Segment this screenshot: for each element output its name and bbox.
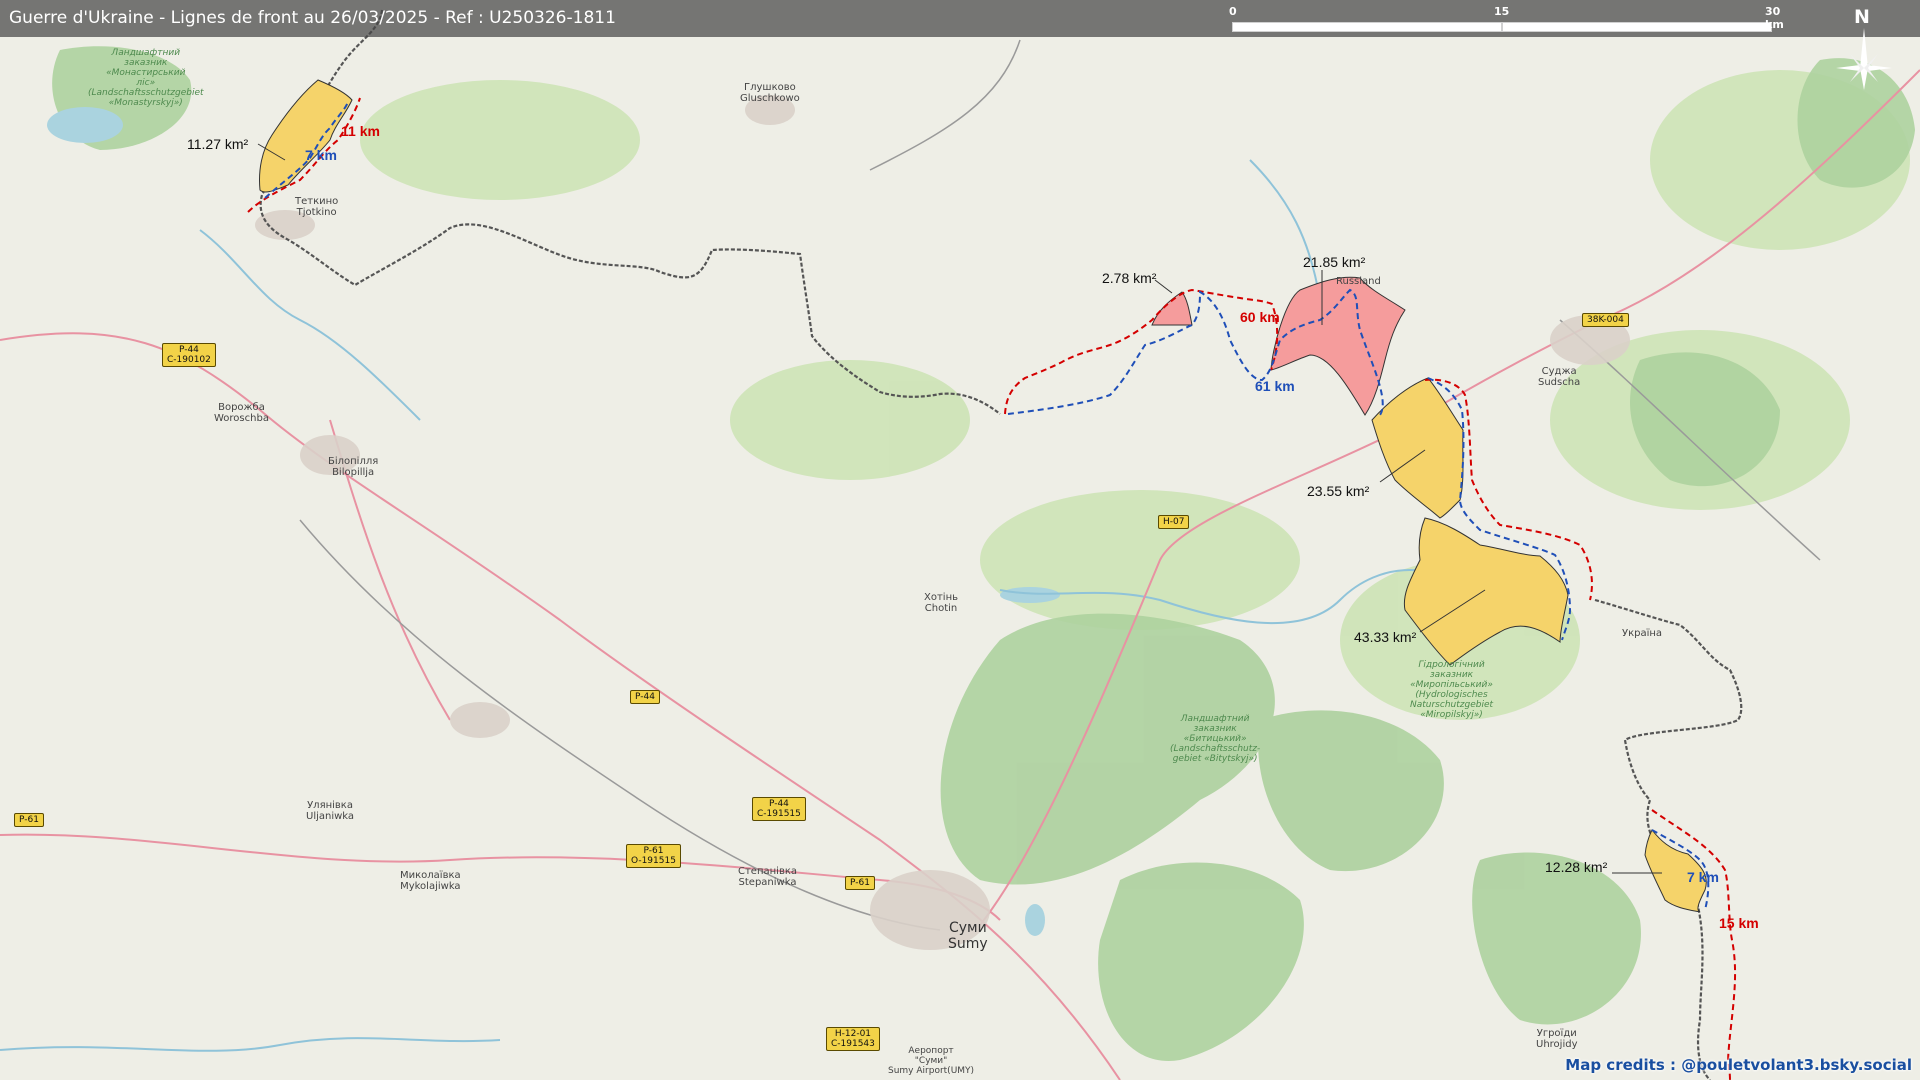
scale-tick-15: 15 <box>1494 5 1510 18</box>
north-arrow: N <box>1832 6 1896 96</box>
scale-bar: 0 15 30 km <box>1229 5 1784 32</box>
place-tetkino: Теткино Tjotkino <box>295 196 339 218</box>
ukraine-area-3 <box>1403 517 1569 666</box>
place-ukraina: Україна <box>1622 628 1663 639</box>
place-vorozhba: Ворожба Woroschba <box>214 402 269 424</box>
area-label-6: 12.28 km² <box>1545 859 1608 875</box>
road-shield-p61: P-61 <box>845 876 875 890</box>
place-airport: Аеропорт "Суми" Sumy Airport(UMY) <box>888 1046 975 1076</box>
state-border-east <box>1594 598 1743 1080</box>
area-label-1: 11.27 km² <box>187 136 249 152</box>
place-ulianivka: Улянівка Uljaniwka <box>306 800 355 822</box>
area-label-5: 43.33 km² <box>1354 629 1417 645</box>
distance-blue-3: 7 km <box>1687 869 1719 885</box>
map-title: Guerre d'Ukraine - Lignes de front au 26… <box>9 8 616 28</box>
front-overlay <box>247 9 1743 1080</box>
distance-blue-2: 61 km <box>1255 378 1295 394</box>
reserve-vilnyi-label: Ландшафтний заказник «Битицький» (Landsc… <box>1170 714 1261 764</box>
road-shield-h1201: H-12-01 C-191543 <box>826 1027 880 1051</box>
scale-segment-2 <box>1502 22 1772 32</box>
state-border <box>259 9 1001 415</box>
distance-blue-1: 7 km <box>305 147 337 163</box>
road-shield-p61-o191515: P-61 O-191515 <box>626 844 681 868</box>
distance-red-2: 60 km <box>1240 309 1280 325</box>
scale-tick-0: 0 <box>1229 5 1237 18</box>
map-view[interactable]: Теткино Tjotkino Глушково Gluschkowo Вор… <box>0 0 1920 1080</box>
road-shield-p44-c190102: P-44 C-190102 <box>162 343 216 367</box>
road-shield-p44-c191515: P-44 C-191515 <box>752 797 806 821</box>
place-sudzha: Суджа Sudscha <box>1538 366 1581 388</box>
distance-red-1: 11 km <box>341 123 380 139</box>
russian-gain-small <box>1151 291 1193 326</box>
ukraine-area-2 <box>1371 377 1464 519</box>
road-shield-h07: H-07 <box>1158 515 1190 529</box>
blue-front-lines <box>264 101 1710 911</box>
area-label-3: 21.85 km² <box>1303 254 1366 270</box>
road-shield-p44: P-44 <box>630 690 660 704</box>
place-russland: Russland <box>1336 276 1381 287</box>
scale-segment-1 <box>1232 22 1502 32</box>
place-bilopillia: Білопілля Bilopillja <box>328 456 379 478</box>
place-khotin: Хотінь Chotin <box>924 592 959 614</box>
area-label-4: 23.55 km² <box>1307 483 1370 499</box>
russian-gain-large <box>1270 276 1406 416</box>
compass-rose-icon <box>1836 28 1892 90</box>
road-shield-38k004: 38K-004 <box>1582 313 1629 327</box>
road-shield-p61-left: P-61 <box>14 813 44 827</box>
area-label-2: 2.78 km² <box>1102 270 1157 286</box>
scale-tick-30: 30 km <box>1765 5 1784 31</box>
distance-red-3: 15 km <box>1719 915 1759 931</box>
map-credits[interactable]: Map credits : @pouletvolant3.bsky.social <box>1565 1056 1912 1074</box>
reserve-north-label: Ландшафтний заказник «Монастирський ліс»… <box>88 48 204 108</box>
ukraine-area-1 <box>259 79 353 193</box>
place-mykolaivka: Миколаївка Mykolajiwka <box>400 870 461 892</box>
reserve-miropilskyi-label: Гідрологічний заказник «Миропільський» (… <box>1410 660 1494 720</box>
place-uhroidy: Угроїди Uhrojidy <box>1536 1028 1578 1050</box>
place-sumy: Суми Sumy <box>948 920 988 952</box>
place-glushkovo: Глушково Gluschkowo <box>740 82 800 104</box>
place-stepanivka: Степанівка Stepaniwka <box>738 866 798 888</box>
